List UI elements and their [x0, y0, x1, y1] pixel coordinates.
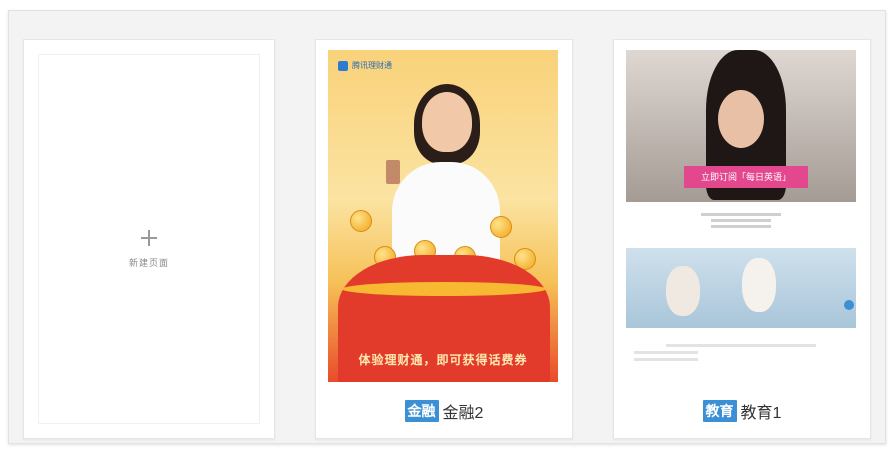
- student-figure: [666, 266, 700, 316]
- category-tag: 金融: [404, 400, 439, 422]
- new-page-label: 新建页面: [128, 258, 169, 268]
- plus-icon: [141, 230, 157, 246]
- person-face: [718, 90, 764, 148]
- phone-icon: [386, 160, 400, 184]
- bag-band: [342, 282, 546, 296]
- intro-text-block: [626, 210, 856, 231]
- logo-icon: [338, 60, 348, 71]
- teacher-figure: [742, 258, 776, 312]
- form-lines: [634, 340, 848, 365]
- coin-icon: [350, 210, 372, 232]
- template-thumbnail-education: 立即订阅「每日英语」: [626, 50, 856, 382]
- subscribe-banner: 立即订阅「每日英语」: [684, 166, 808, 188]
- template-caption: 金融 金融2: [316, 398, 572, 424]
- poster-slogan: 体验理财通，即可获得话费券: [358, 353, 528, 367]
- category-tag: 教育: [702, 400, 737, 422]
- coin-icon: [490, 216, 512, 238]
- classroom-photo: [626, 248, 856, 328]
- template-card-education[interactable]: 立即订阅「每日英语」 教育 教育1: [613, 39, 871, 439]
- info-icon: [844, 300, 854, 310]
- template-gallery: 新建页面 腾讯理财通 体验理财通，即可获得话费券 金融 金融2 立即订阅「每日英…: [0, 0, 895, 452]
- person-face: [422, 92, 472, 152]
- new-page-card[interactable]: 新建页面: [23, 39, 275, 439]
- template-thumbnail-finance: 腾讯理财通 体验理财通，即可获得话费券: [328, 50, 558, 382]
- brand-logo: 腾讯理财通: [338, 60, 392, 71]
- template-title: 教育1: [740, 405, 782, 422]
- template-card-finance[interactable]: 腾讯理财通 体验理财通，即可获得话费券 金融 金融2: [315, 39, 573, 439]
- new-page-area[interactable]: 新建页面: [38, 54, 260, 424]
- template-caption: 教育 教育1: [614, 398, 870, 424]
- template-panel: 新建页面 腾讯理财通 体验理财通，即可获得话费券 金融 金融2 立即订阅「每日英…: [8, 10, 886, 444]
- brand-name: 腾讯理财通: [352, 61, 392, 70]
- template-title: 金融2: [442, 405, 484, 422]
